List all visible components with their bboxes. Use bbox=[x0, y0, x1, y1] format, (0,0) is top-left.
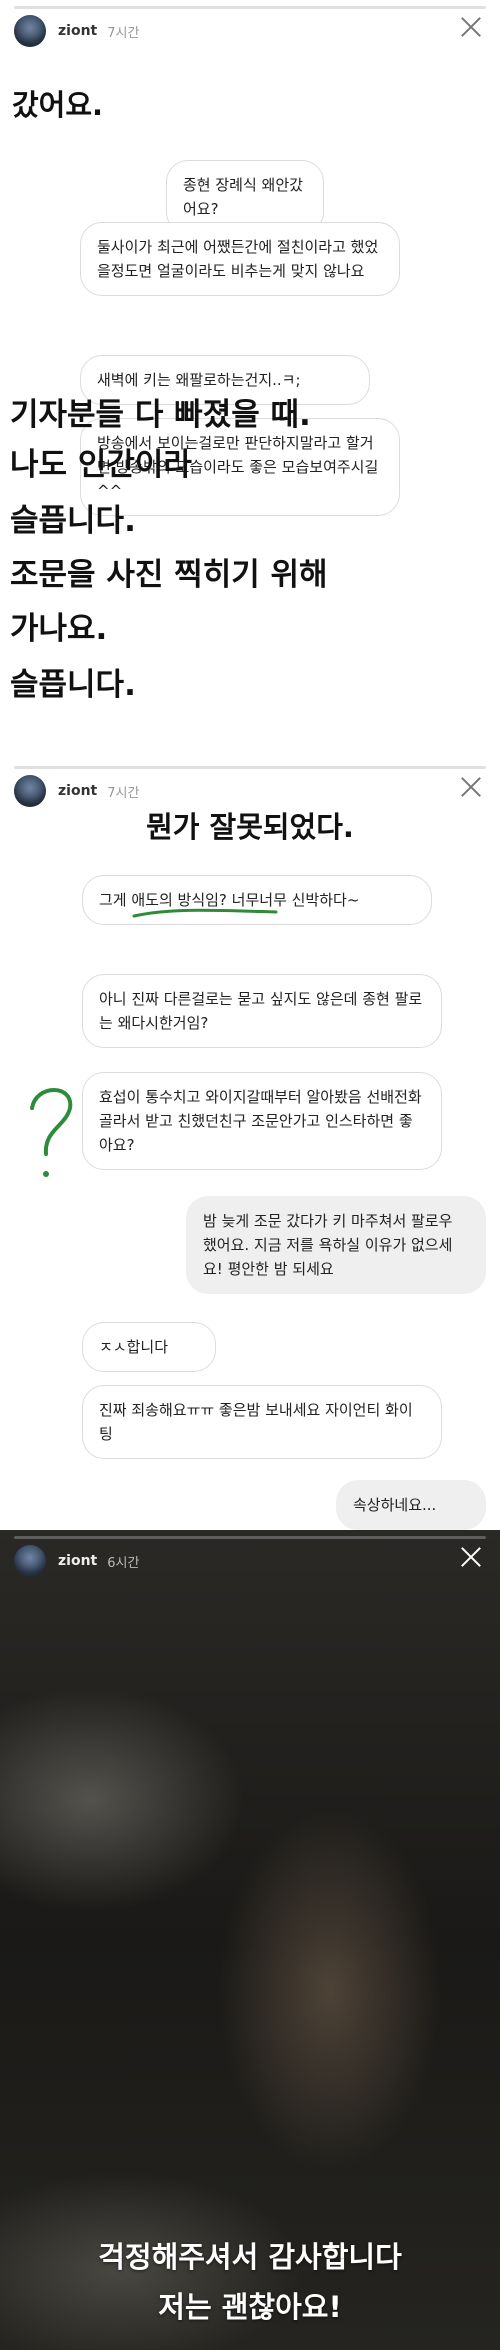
reply-bubble: 밤 늦게 조문 갔다가 키 마주쳐서 팔로우 했어요. 지금 저를 욕하실 이유… bbox=[186, 1196, 486, 1294]
username[interactable]: ziont bbox=[58, 23, 97, 39]
close-icon[interactable] bbox=[458, 774, 484, 800]
story-progress-bar bbox=[14, 766, 486, 769]
question-mark-scribble bbox=[30, 1088, 73, 1177]
overlay-text-line: 가나요. bbox=[10, 611, 108, 647]
story-panel-2: ziont 7시간 뭔가 잘못되었다. 그게 애도의 방식임? 너무너무 신박하… bbox=[0, 760, 500, 1530]
overlay-text-line: 나도 인간이라 bbox=[10, 447, 192, 483]
story-progress-bar bbox=[14, 6, 486, 9]
question-bubble: 아니 진짜 다른걸로는 묻고 싶지도 않은데 종현 팔로는 왜다시한거임? bbox=[82, 974, 442, 1048]
overlay-text-line: 슬픕니다. bbox=[10, 503, 136, 539]
post-time: 7시간 bbox=[107, 785, 140, 801]
post-time: 6시간 bbox=[107, 1555, 140, 1571]
post-time: 7시간 bbox=[107, 25, 140, 41]
story-caption-line: 저는 괜찮아요! bbox=[158, 2290, 342, 2324]
avatar[interactable] bbox=[14, 775, 46, 807]
avatar[interactable] bbox=[14, 1545, 46, 1577]
question-bubble: 둘사이가 최근에 어쨌든간에 절친이라고 했었을정도면 얼굴이라도 비추는게 맞… bbox=[80, 222, 400, 296]
username[interactable]: ziont bbox=[58, 783, 97, 799]
close-icon[interactable] bbox=[458, 1544, 484, 1570]
username[interactable]: ziont bbox=[58, 1553, 97, 1569]
story-photo bbox=[0, 1530, 500, 2350]
story-header: ziont 7시간 bbox=[14, 14, 139, 48]
overlay-text-line: 기자분들 다 빠졌을 때. bbox=[10, 397, 311, 433]
overlay-text-line: 슬픕니다. bbox=[10, 667, 136, 703]
question-bubble: 진짜 죄송해요ㅠㅠ 좋은밤 보내세요 자이언티 화이팅 bbox=[82, 1385, 442, 1459]
story-panel-3: ziont 6시간 걱정해주셔서 감사합니다 저는 괜찮아요! bbox=[0, 1530, 500, 2350]
story-headline: 뭔가 잘못되었다. bbox=[146, 810, 354, 844]
story-headline: 갔어요. bbox=[12, 88, 104, 122]
story-header: ziont 7시간 bbox=[14, 774, 139, 808]
story-panel-1: ziont 7시간 갔어요. 종현 장례식 왜안갔어요? 둘사이가 최근에 어쨌… bbox=[0, 0, 500, 760]
story-header: ziont 6시간 bbox=[14, 1544, 139, 1578]
story-caption-line: 걱정해주셔서 감사합니다 bbox=[98, 2240, 402, 2274]
reply-bubble: 속상하네요... bbox=[336, 1480, 486, 1530]
story-progress-bar bbox=[14, 1536, 486, 1539]
avatar[interactable] bbox=[14, 15, 46, 47]
close-icon[interactable] bbox=[458, 14, 484, 40]
question-bubble: ㅈㅅ합니다 bbox=[82, 1322, 216, 1372]
overlay-text-line: 조문을 사진 찍히기 위해 bbox=[10, 557, 328, 593]
underline-scribble bbox=[132, 908, 278, 918]
question-bubble: 효섭이 통수치고 와이지갈때부터 알아봤음 선배전화 골라서 받고 친했던친구 … bbox=[82, 1072, 442, 1170]
